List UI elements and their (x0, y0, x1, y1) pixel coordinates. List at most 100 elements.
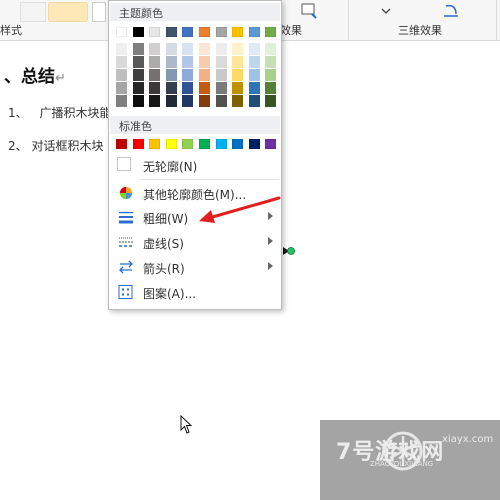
dash-item[interactable]: 虚线(S) (110, 230, 280, 254)
arrow-item[interactable]: 箭头(R) (110, 255, 280, 279)
3d-dropdown-button[interactable] (378, 2, 394, 20)
heading-text: 、总结 (4, 67, 55, 87)
standard-color-swatch[interactable] (165, 139, 177, 149)
watermark: 7号游戏网 ZHAOYOUXIWANG xiayx.com (320, 420, 500, 500)
no-outline-item[interactable]: 无轮廓(N) (110, 153, 280, 177)
standard-color-swatch[interactable] (132, 139, 144, 149)
theme-shade-swatch[interactable] (265, 82, 277, 94)
theme-shade-swatch[interactable] (132, 82, 144, 94)
3d-rotate-button[interactable] (440, 2, 468, 20)
theme-shade-swatch[interactable] (165, 56, 177, 68)
outline-color-menu: 主题颜色 标准色 无轮廓(N) 其他轮廓颜色(M)... 粗细(W) 虚线(S) (108, 0, 282, 310)
ribbon-label-effect: 效果 (280, 24, 302, 37)
theme-shade-swatch[interactable] (265, 95, 277, 107)
theme-shade-swatch[interactable] (132, 95, 144, 107)
theme-shade-swatch[interactable] (149, 82, 161, 94)
list-text: 广播积木块能 (39, 106, 112, 120)
list-item: 1、 广播积木块能 (8, 104, 111, 121)
theme-shade-swatch[interactable] (182, 82, 194, 94)
standard-color-swatch[interactable] (116, 139, 127, 149)
theme-shade-swatch[interactable] (199, 82, 210, 94)
theme-shade-swatch[interactable] (232, 82, 244, 94)
watermark-url: xiayx.com (442, 434, 494, 445)
theme-shade-swatch[interactable] (265, 56, 277, 68)
standard-color-swatch[interactable] (199, 139, 210, 149)
theme-shade-swatch[interactable] (232, 56, 244, 68)
theme-shade-swatch[interactable] (215, 69, 227, 81)
theme-shade-swatch[interactable] (215, 56, 227, 68)
theme-shade-swatch[interactable] (248, 56, 260, 68)
weight-label: 粗细(W) (143, 212, 189, 226)
theme-shade-swatch[interactable] (248, 82, 260, 94)
theme-shade-swatch[interactable] (116, 69, 127, 81)
theme-shade-swatch[interactable] (149, 69, 161, 81)
standard-color-swatch[interactable] (265, 139, 277, 149)
theme-shade-swatch[interactable] (116, 56, 127, 68)
theme-shade-swatch[interactable] (165, 82, 177, 94)
theme-color-swatch[interactable] (215, 27, 227, 37)
theme-color-swatch[interactable] (165, 27, 177, 37)
effect-button[interactable] (298, 2, 326, 20)
standard-color-swatch[interactable] (215, 139, 227, 149)
standard-color-swatch[interactable] (232, 139, 244, 149)
theme-shade-swatch[interactable] (149, 95, 161, 107)
chevron-down-icon (381, 8, 391, 14)
standard-color-swatch[interactable] (248, 139, 260, 149)
ribbon-divider-right (496, 0, 497, 40)
theme-shade-swatch[interactable] (199, 43, 210, 55)
pattern-icon (118, 285, 133, 299)
theme-shade-swatch[interactable] (165, 69, 177, 81)
theme-shade-swatch[interactable] (132, 56, 144, 68)
theme-shade-swatch[interactable] (265, 43, 277, 55)
list-number: 2、 (8, 139, 28, 153)
theme-shade-swatch[interactable] (199, 95, 210, 107)
theme-shade-swatch[interactable] (165, 43, 177, 55)
theme-shade-swatch[interactable] (215, 43, 227, 55)
theme-shade-swatch[interactable] (182, 43, 194, 55)
theme-shade-swatch[interactable] (149, 43, 161, 55)
list-item: 2、 对话框积木块 (8, 137, 103, 154)
theme-color-swatch[interactable] (248, 27, 260, 37)
theme-shade-swatch[interactable] (116, 43, 127, 55)
arrow-label: 箭头(R) (143, 262, 185, 276)
line-weight-icon (119, 212, 133, 224)
theme-shade-swatch[interactable] (232, 69, 244, 81)
theme-shade-swatch[interactable] (132, 43, 144, 55)
theme-color-swatch[interactable] (265, 27, 277, 37)
theme-shade-swatch[interactable] (248, 43, 260, 55)
theme-shade-swatch[interactable] (232, 43, 244, 55)
theme-color-swatch[interactable] (149, 27, 161, 37)
theme-shade-swatch[interactable] (265, 69, 277, 81)
rotate-icon (444, 4, 458, 17)
theme-shade-swatch[interactable] (132, 69, 144, 81)
theme-shade-swatch[interactable] (182, 69, 194, 81)
style-preview-button[interactable] (48, 2, 88, 22)
theme-color-swatch[interactable] (132, 27, 144, 37)
pattern-item[interactable]: 图案(A)... (110, 280, 280, 304)
style-dropdown-button[interactable] (92, 2, 106, 22)
style-button[interactable] (20, 2, 46, 22)
no-color-icon (117, 157, 131, 171)
theme-shade-swatch[interactable] (199, 69, 210, 81)
dash-line-icon (119, 237, 133, 247)
standard-color-swatch[interactable] (182, 139, 194, 149)
theme-shade-swatch[interactable] (182, 56, 194, 68)
theme-shade-swatch[interactable] (215, 82, 227, 94)
theme-shade-swatch[interactable] (116, 82, 127, 94)
theme-shade-swatch[interactable] (248, 69, 260, 81)
theme-shade-swatch[interactable] (165, 95, 177, 107)
theme-shade-swatch[interactable] (149, 56, 161, 68)
annotation-arrow (199, 196, 281, 223)
theme-shade-swatch[interactable] (232, 95, 244, 107)
theme-color-swatch[interactable] (232, 27, 244, 37)
standard-color-swatch[interactable] (149, 139, 161, 149)
theme-shade-swatch[interactable] (116, 95, 127, 107)
theme-shade-swatch[interactable] (248, 95, 260, 107)
theme-color-swatch[interactable] (199, 27, 210, 37)
theme-shade-swatch[interactable] (199, 56, 210, 68)
theme-color-swatch[interactable] (182, 27, 194, 37)
theme-shade-swatch[interactable] (182, 95, 194, 107)
theme-shade-swatch[interactable] (215, 95, 227, 107)
theme-color-swatch[interactable] (116, 27, 127, 37)
shape-handle[interactable] (282, 245, 296, 257)
